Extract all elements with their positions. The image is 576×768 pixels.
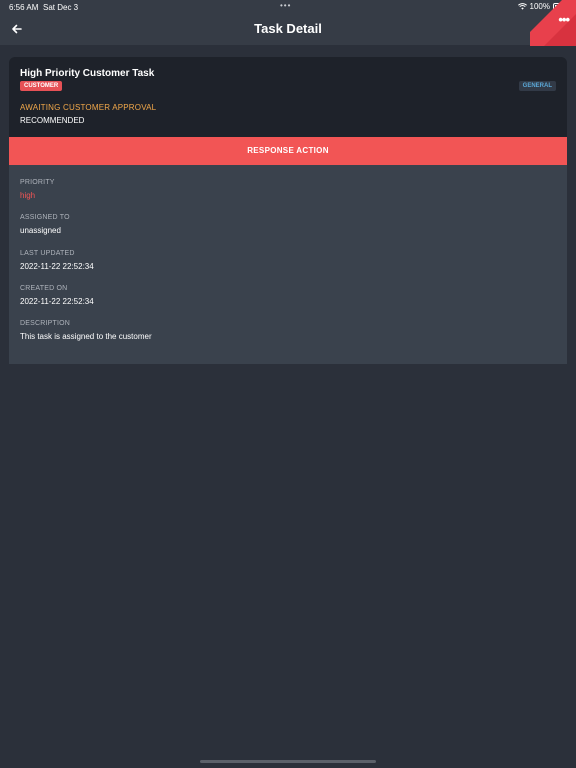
task-recommendation: RECOMMENDED (20, 116, 85, 125)
field-value: unassigned (20, 226, 61, 235)
field-label: CREATED ON (20, 285, 68, 292)
multitasking-dots-icon[interactable]: ••• (280, 1, 291, 10)
wifi-icon (517, 3, 527, 10)
more-menu-button[interactable]: ••• (530, 0, 576, 46)
field-label: PRIORITY (20, 179, 55, 186)
field-priority: PRIORITY high (20, 179, 55, 200)
field-label: DESCRIPTION (20, 320, 71, 327)
page-title: Task Detail (254, 21, 322, 36)
corner-flag-shape (530, 0, 576, 46)
home-indicator[interactable] (200, 760, 376, 763)
field-assigned-to: ASSIGNED TO unassigned (20, 214, 70, 235)
field-description: DESCRIPTION This task is assigned to the… (20, 320, 152, 341)
customer-badge: CUSTOMER (20, 81, 63, 91)
field-value: high (20, 191, 36, 200)
field-label: ASSIGNED TO (20, 214, 70, 221)
status-date: Sat Dec 3 (43, 3, 79, 12)
field-value: 2022-11-22 22:52:34 (20, 262, 94, 271)
general-badge: GENERAL (518, 81, 556, 91)
task-card: High Priority Customer Task CUSTOMER GEN… (9, 57, 567, 364)
field-last-updated: LAST UPDATED 2022-11-22 22:52:34 (20, 250, 94, 271)
field-value: This task is assigned to the customer (20, 332, 152, 341)
nav-bar: Task Detail (0, 14, 576, 45)
task-status: AWAITING CUSTOMER APPROVAL (20, 103, 157, 112)
field-label: LAST UPDATED (20, 250, 75, 257)
task-details: PRIORITY high ASSIGNED TO unassigned LAS… (9, 165, 567, 364)
field-created-on: CREATED ON 2022-11-22 22:52:34 (20, 285, 94, 306)
more-icon: ••• (558, 12, 570, 27)
task-title: High Priority Customer Task (20, 68, 155, 79)
response-action-button[interactable]: RESPONSE ACTION (9, 137, 567, 165)
status-time: 6:56 AM (9, 3, 39, 12)
status-bar: 6:56 AM Sat Dec 3 ••• 100% (0, 0, 576, 14)
task-header: High Priority Customer Task CUSTOMER GEN… (9, 57, 567, 137)
field-value: 2022-11-22 22:52:34 (20, 297, 94, 306)
